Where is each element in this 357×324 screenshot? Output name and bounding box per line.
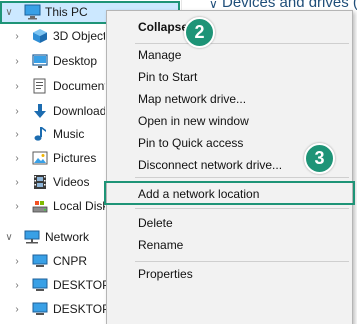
menu-item-collapse[interactable]: Collapse xyxy=(138,17,188,37)
step-3-badge: 3 xyxy=(304,143,335,174)
nav-item-label: Music xyxy=(53,127,85,141)
nav-item-label: 3D Objects xyxy=(53,29,105,43)
music-icon xyxy=(32,126,48,142)
chevron-right-icon[interactable]: › xyxy=(12,55,22,67)
add-network-location-highlight xyxy=(104,181,355,205)
chevron-right-icon[interactable]: › xyxy=(12,303,22,315)
chevron-right-icon[interactable]: › xyxy=(12,279,22,291)
menu-item-delete[interactable]: Delete xyxy=(138,213,173,233)
nav-item-label: Network xyxy=(45,230,90,244)
nav-item-label: Desktop xyxy=(53,54,98,68)
menu-item-rename[interactable]: Rename xyxy=(138,235,183,255)
nav-item-label: DESKTOP- xyxy=(53,278,115,292)
nav-item-label: CNPR xyxy=(53,254,88,268)
menu-item-open-new-window[interactable]: Open in new window xyxy=(138,111,249,131)
nav-item-label: Local Disk xyxy=(53,199,105,213)
download-icon xyxy=(32,103,48,119)
videos-icon xyxy=(32,174,48,190)
chevron-right-icon[interactable]: › xyxy=(12,200,22,212)
menu-item-disconnect-network-drive[interactable]: Disconnect network drive... xyxy=(138,155,282,175)
cube-icon xyxy=(32,28,48,44)
chevron-right-icon[interactable]: › xyxy=(12,105,22,117)
menu-separator xyxy=(135,43,349,44)
nav-item-label: Pictures xyxy=(53,151,97,165)
pc-icon xyxy=(32,301,48,317)
pc-icon xyxy=(32,253,48,269)
file-explorer-window: ∨ Devices and drives ( ∨ This PC › 3D Ob… xyxy=(0,0,357,324)
disk-icon xyxy=(32,198,48,214)
chevron-right-icon[interactable]: › xyxy=(12,255,22,267)
nav-item-label: This PC xyxy=(45,5,88,19)
menu-item-properties[interactable]: Properties xyxy=(138,264,193,284)
network-icon xyxy=(24,229,40,245)
menu-item-pin-quick-access[interactable]: Pin to Quick access xyxy=(138,133,243,153)
nav-item-label: Downloads xyxy=(53,104,105,118)
chevron-right-icon[interactable]: › xyxy=(12,128,22,140)
chevron-right-icon[interactable]: › xyxy=(12,30,22,42)
menu-separator xyxy=(135,261,349,262)
menu-item-manage[interactable]: Manage xyxy=(138,45,181,65)
pc-icon xyxy=(24,4,41,20)
chevron-right-icon[interactable]: › xyxy=(12,80,22,92)
pc-icon xyxy=(32,277,48,293)
menu-separator xyxy=(135,177,349,178)
pictures-icon xyxy=(32,150,48,166)
nav-item-label: Documents xyxy=(53,79,105,93)
nav-item-label: Videos xyxy=(53,175,90,189)
chevron-down-icon[interactable]: ∨ xyxy=(4,6,14,18)
desktop-icon xyxy=(32,53,48,69)
chevron-right-icon[interactable]: › xyxy=(12,176,22,188)
menu-item-pin-to-start[interactable]: Pin to Start xyxy=(138,67,197,87)
step-2-badge: 2 xyxy=(184,17,215,48)
menu-separator xyxy=(135,208,349,209)
menu-item-map-network-drive[interactable]: Map network drive... xyxy=(138,89,246,109)
chevron-right-icon[interactable]: › xyxy=(12,152,22,164)
documents-icon xyxy=(32,78,48,94)
chevron-down-icon[interactable]: ∨ xyxy=(4,231,14,243)
